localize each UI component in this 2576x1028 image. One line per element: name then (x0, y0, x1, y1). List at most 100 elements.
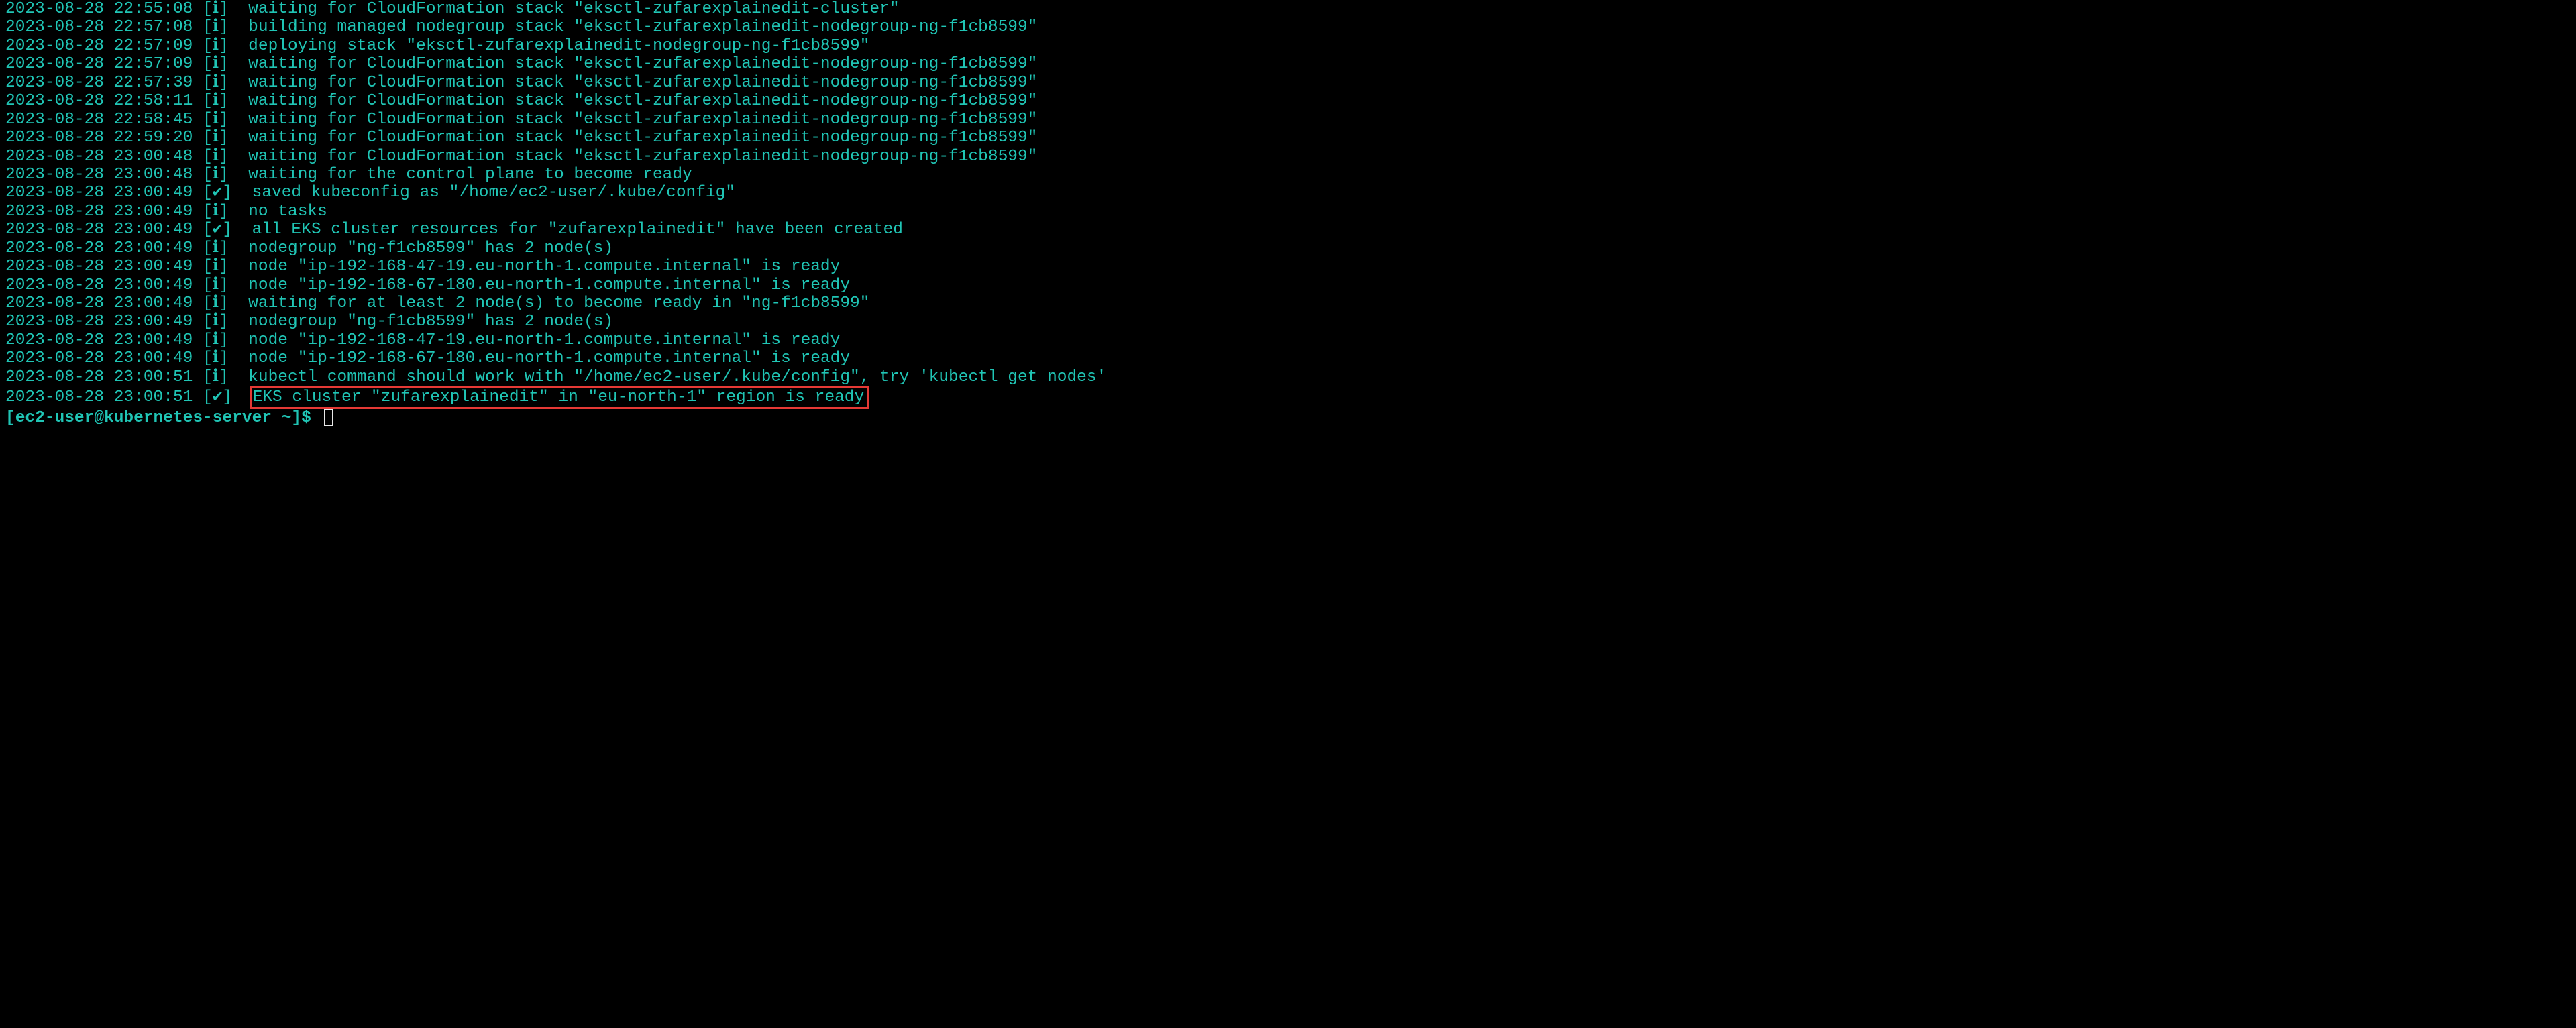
log-level: [ℹ] (203, 166, 229, 184)
log-level: [ℹ] (203, 55, 229, 73)
log-level: [ℹ] (203, 331, 229, 349)
log-message: nodegroup "ng-f1cb8599" has 2 node(s) (229, 312, 613, 331)
log-message: EKS cluster "zufarexplainedit" in "eu-no… (253, 388, 865, 406)
log-timestamp: 2023-08-28 22:57:39 (5, 74, 193, 92)
log-message: all EKS cluster resources for "zufarexpl… (232, 221, 903, 239)
log-level: [ℹ] (203, 92, 229, 110)
prompt-close-bracket: ] (291, 409, 301, 427)
log-level: [ℹ] (203, 18, 229, 36)
log-level: [✔] (203, 221, 232, 239)
log-line: 2023-08-28 23:00:48 [ℹ] waiting for the … (5, 166, 2571, 184)
log-line: 2023-08-28 22:58:45 [ℹ] waiting for Clou… (5, 111, 2571, 129)
log-level: [ℹ] (203, 312, 229, 331)
log-level: [ℹ] (203, 129, 229, 147)
log-message: waiting for CloudFormation stack "eksctl… (229, 129, 1038, 147)
log-timestamp: 2023-08-28 23:00:49 (5, 221, 193, 239)
log-level: [ℹ] (203, 111, 229, 129)
log-timestamp: 2023-08-28 22:55:08 (5, 0, 193, 18)
log-timestamp: 2023-08-28 23:00:49 (5, 349, 193, 367)
prompt-symbol: $ (301, 409, 321, 427)
log-timestamp: 2023-08-28 23:00:48 (5, 148, 193, 166)
log-timestamp: 2023-08-28 22:57:09 (5, 37, 193, 55)
log-level: [ℹ] (203, 148, 229, 166)
log-line: 2023-08-28 22:55:08 [ℹ] waiting for Clou… (5, 0, 2571, 18)
log-message: waiting for CloudFormation stack "eksctl… (229, 111, 1038, 129)
log-timestamp: 2023-08-28 23:00:51 (5, 388, 193, 406)
log-line: 2023-08-28 23:00:49 [ℹ] nodegroup "ng-f1… (5, 239, 2571, 258)
log-message: saved kubeconfig as "/home/ec2-user/.kub… (232, 184, 735, 202)
log-timestamp: 2023-08-28 22:58:11 (5, 92, 193, 110)
prompt-open-bracket: [ (5, 409, 15, 427)
log-line: 2023-08-28 22:58:11 [ℹ] waiting for Clou… (5, 92, 2571, 110)
log-message: waiting for CloudFormation stack "eksctl… (229, 55, 1038, 73)
log-timestamp: 2023-08-28 22:58:45 (5, 111, 193, 129)
log-level: [ℹ] (203, 258, 229, 276)
log-timestamp: 2023-08-28 23:00:48 (5, 166, 193, 184)
log-line: 2023-08-28 23:00:48 [ℹ] waiting for Clou… (5, 148, 2571, 166)
log-level: [✔] (203, 184, 232, 202)
log-message: kubectl command should work with "/home/… (229, 368, 1107, 386)
log-level: [ℹ] (203, 203, 229, 221)
highlight-annotation: EKS cluster "zufarexplainedit" in "eu-no… (250, 386, 869, 408)
log-message: deploying stack "eksctl-zufarexplainedit… (229, 37, 870, 55)
log-level: [ℹ] (203, 294, 229, 312)
log-level: [ℹ] (203, 276, 229, 294)
log-timestamp: 2023-08-28 22:59:20 (5, 129, 193, 147)
prompt-path: ~ (282, 409, 292, 427)
log-level: [ℹ] (203, 74, 229, 92)
log-message: nodegroup "ng-f1cb8599" has 2 node(s) (229, 239, 613, 258)
log-level: [✔] (203, 388, 232, 406)
log-line: 2023-08-28 23:00:49 [ℹ] node "ip-192-168… (5, 276, 2571, 294)
log-line: 2023-08-28 23:00:49 [ℹ] no tasks (5, 203, 2571, 221)
log-line: 2023-08-28 23:00:49 [✔] all EKS cluster … (5, 221, 2571, 239)
log-line: 2023-08-28 23:00:49 [ℹ] node "ip-192-168… (5, 258, 2571, 276)
prompt-at: @ (94, 409, 104, 427)
log-line: 2023-08-28 23:00:51 [ℹ] kubectl command … (5, 368, 2571, 386)
prompt-host: kubernetes-server (104, 409, 272, 427)
log-message: node "ip-192-168-67-180.eu-north-1.compu… (229, 276, 850, 294)
log-message: waiting for at least 2 node(s) to become… (229, 294, 870, 312)
log-line: 2023-08-28 23:00:49 [✔] saved kubeconfig… (5, 184, 2571, 202)
log-line: 2023-08-28 22:59:20 [ℹ] waiting for Clou… (5, 129, 2571, 147)
log-line: 2023-08-28 22:57:09 [ℹ] waiting for Clou… (5, 55, 2571, 73)
log-level: [ℹ] (203, 239, 229, 258)
log-level: [ℹ] (203, 37, 229, 55)
log-line: 2023-08-28 23:00:49 [ℹ] node "ip-192-168… (5, 349, 2571, 367)
log-message: node "ip-192-168-47-19.eu-north-1.comput… (229, 331, 841, 349)
log-message: waiting for the control plane to become … (229, 166, 692, 184)
log-message: waiting for CloudFormation stack "eksctl… (229, 92, 1038, 110)
log-line: 2023-08-28 22:57:08 [ℹ] building managed… (5, 18, 2571, 36)
log-timestamp: 2023-08-28 23:00:49 (5, 239, 193, 258)
log-timestamp: 2023-08-28 22:57:09 (5, 55, 193, 73)
log-message: building managed nodegroup stack "eksctl… (229, 18, 1038, 36)
log-message: waiting for CloudFormation stack "eksctl… (229, 74, 1038, 92)
prompt-user: ec2-user (15, 409, 95, 427)
log-timestamp: 2023-08-28 23:00:49 (5, 203, 193, 221)
log-level: [ℹ] (203, 0, 229, 18)
log-timestamp: 2023-08-28 23:00:49 (5, 294, 193, 312)
log-message: node "ip-192-168-67-180.eu-north-1.compu… (229, 349, 850, 367)
log-message: no tasks (229, 203, 327, 221)
shell-prompt[interactable]: [ec2-user@kubernetes-server ~]$ (5, 409, 2571, 427)
log-timestamp: 2023-08-28 22:57:08 (5, 18, 193, 36)
log-level: [ℹ] (203, 368, 229, 386)
log-level: [ℹ] (203, 349, 229, 367)
log-timestamp: 2023-08-28 23:00:49 (5, 331, 193, 349)
log-line: 2023-08-28 23:00:49 [ℹ] nodegroup "ng-f1… (5, 312, 2571, 331)
log-timestamp: 2023-08-28 23:00:51 (5, 368, 193, 386)
log-timestamp: 2023-08-28 23:00:49 (5, 258, 193, 276)
log-message: waiting for CloudFormation stack "eksctl… (229, 148, 1038, 166)
log-message: waiting for CloudFormation stack "eksctl… (229, 0, 900, 18)
log-timestamp: 2023-08-28 23:00:49 (5, 184, 193, 202)
terminal-output[interactable]: 2023-08-28 22:55:08 [ℹ] waiting for Clou… (0, 0, 2576, 427)
log-line: 2023-08-28 22:57:39 [ℹ] waiting for Clou… (5, 74, 2571, 92)
cursor-icon (324, 409, 333, 426)
log-timestamp: 2023-08-28 23:00:49 (5, 276, 193, 294)
log-message: node "ip-192-168-47-19.eu-north-1.comput… (229, 258, 841, 276)
log-line: 2023-08-28 22:57:09 [ℹ] deploying stack … (5, 37, 2571, 55)
prompt-space (272, 409, 282, 427)
log-timestamp: 2023-08-28 23:00:49 (5, 312, 193, 331)
log-line: 2023-08-28 23:00:49 [ℹ] node "ip-192-168… (5, 331, 2571, 349)
log-line: 2023-08-28 23:00:51 [✔] EKS cluster "zuf… (5, 386, 2571, 408)
log-line: 2023-08-28 23:00:49 [ℹ] waiting for at l… (5, 294, 2571, 312)
